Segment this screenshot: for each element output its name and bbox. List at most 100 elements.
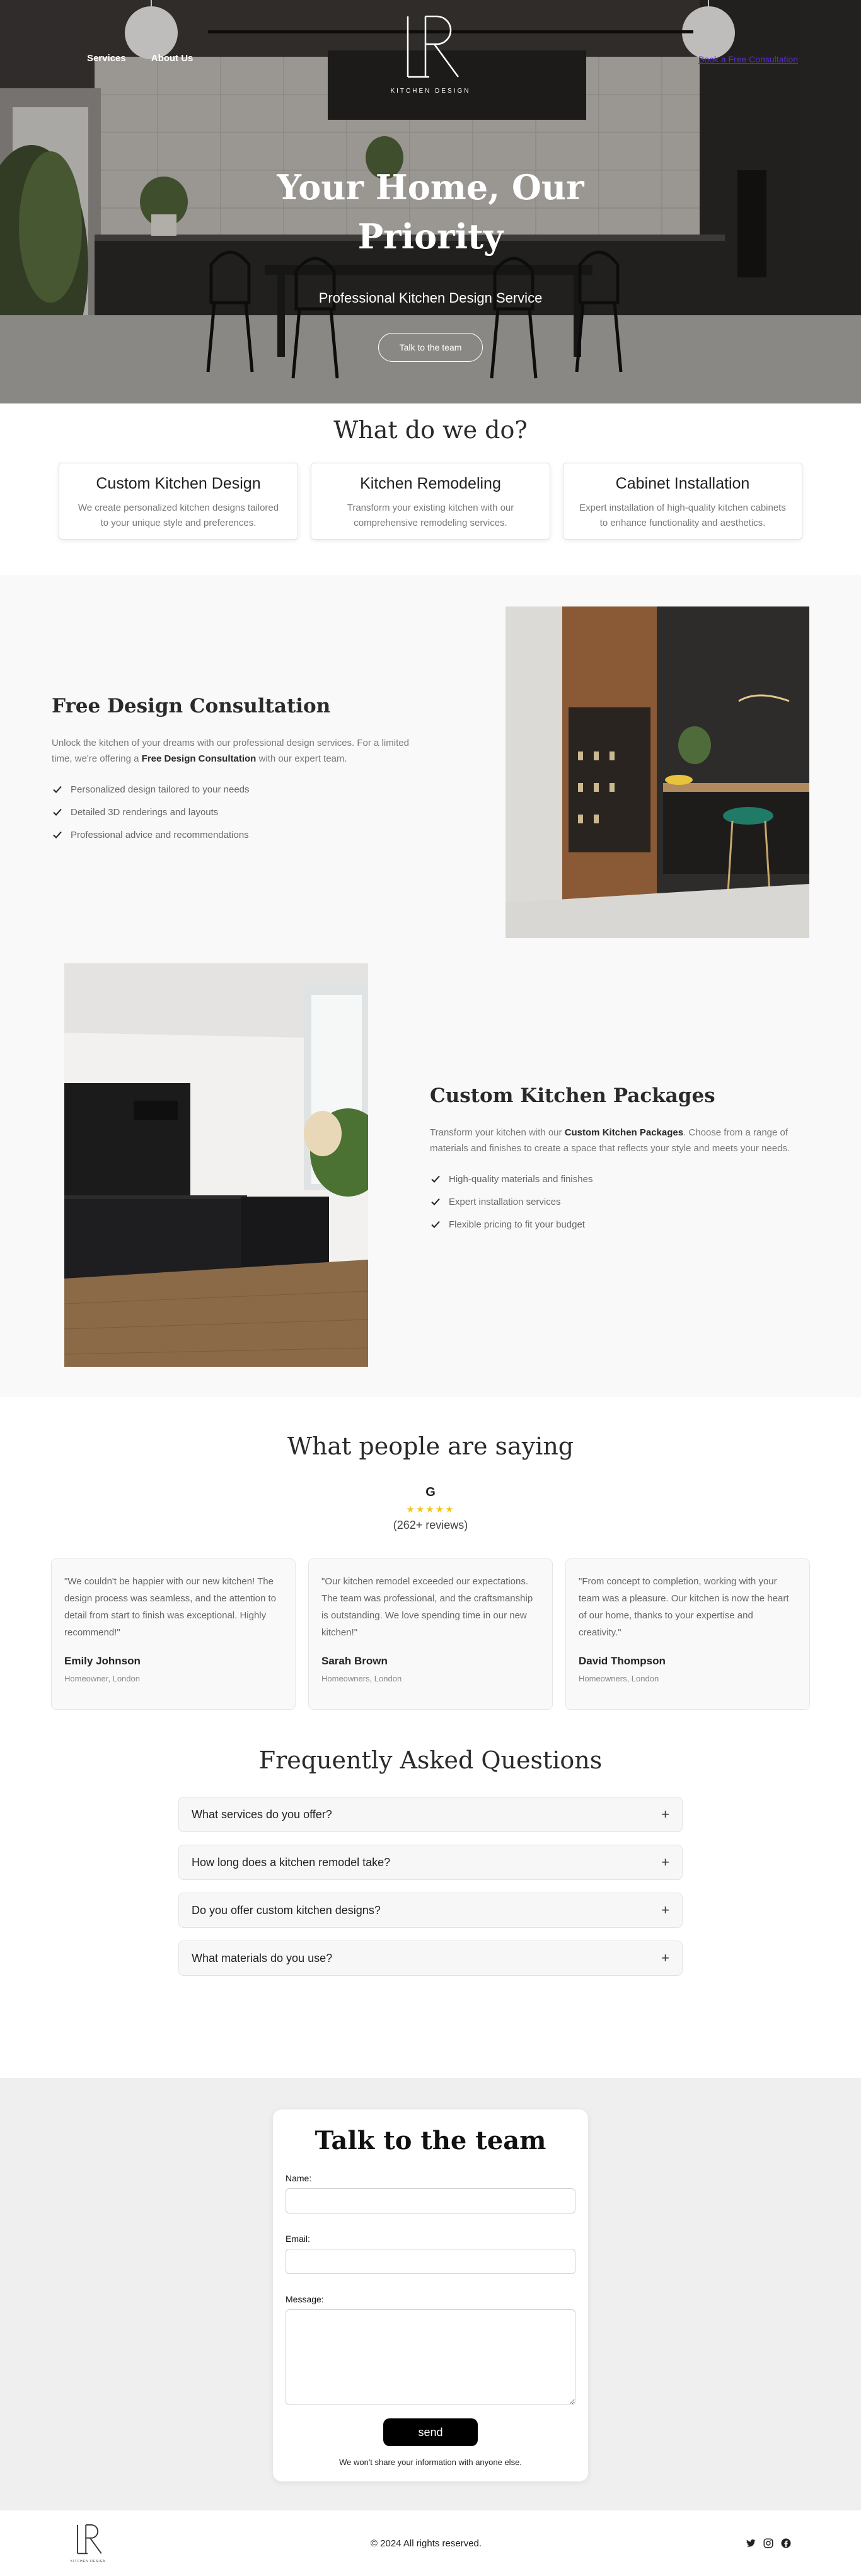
plus-icon[interactable]: + <box>661 1950 669 1966</box>
packages-title: Custom Kitchen Packages <box>430 1084 715 1107</box>
service-card-desc: We create personalized kitchen designs t… <box>78 502 279 528</box>
testimonial-role: Homeowner, London <box>64 1674 140 1683</box>
service-card-title: Cabinet Installation <box>615 475 750 492</box>
testimonial-role: Homeowners, London <box>321 1674 402 1683</box>
send-button[interactable]: send <box>383 2418 478 2446</box>
service-card-title: Kitchen Remodeling <box>360 475 501 492</box>
talk-to-team-button[interactable]: Talk to the team <box>378 333 483 362</box>
google-icon: G <box>425 1485 436 1499</box>
features-section: Free Design Consultation Unlock the kitc… <box>0 575 861 1397</box>
list-item: Professional advice and recommendations <box>52 823 430 846</box>
star-rating: ★★★★★ <box>406 1504 455 1515</box>
consultation-kitchen-image <box>506 606 809 938</box>
nav-about-us-link[interactable]: About Us <box>151 53 194 64</box>
faq-question: Do you offer custom kitchen designs? <box>192 1903 381 1917</box>
list-item: Personalized design tailored to your nee… <box>52 778 430 801</box>
testimonial-quote: "Our kitchen remodel exceeded our expect… <box>321 1576 533 1638</box>
packages-desc: Transform your kitchen with our Custom K… <box>430 1127 790 1154</box>
email-field[interactable] <box>286 2249 575 2274</box>
copyright-text: © 2024 All rights reserved. <box>370 2538 482 2549</box>
packages-block: Custom Kitchen Packages Transform your k… <box>430 1084 808 1236</box>
testimonial-card: "From concept to completion, working wit… <box>565 1558 810 1710</box>
check-icon <box>431 1198 440 1205</box>
testimonial-name: Emily Johnson <box>64 1655 141 1667</box>
faq-list: What services do you offer? + How long d… <box>178 1797 683 1976</box>
faq-question: What services do you offer? <box>192 1807 332 1821</box>
twitter-icon[interactable] <box>745 2538 756 2549</box>
check-icon <box>431 1221 440 1228</box>
list-item: High-quality materials and finishes <box>430 1168 808 1190</box>
contact-form: Talk to the team Name: Email: Message: s… <box>273 2109 588 2481</box>
services-cards: Custom Kitchen Design We create personal… <box>0 463 861 540</box>
testimonial-quote: "From concept to completion, working wit… <box>579 1576 789 1638</box>
consultation-block: Free Design Consultation Unlock the kitc… <box>52 695 430 846</box>
list-item: Expert installation services <box>430 1190 808 1213</box>
hero-subtitle: Professional Kitchen Design Service <box>318 290 543 306</box>
check-icon <box>431 1175 440 1183</box>
consultation-title: Free Design Consultation <box>52 695 331 717</box>
testimonial-quote: "We couldn't be happier with our new kit… <box>64 1576 277 1638</box>
testimonial-card: "We couldn't be happier with our new kit… <box>51 1558 296 1710</box>
contact-title: Talk to the team <box>315 2126 546 2155</box>
faq-title: Frequently Asked Questions <box>258 1746 603 1774</box>
privacy-note: We won't share your information with any… <box>339 2457 522 2467</box>
testimonials-section: What people are saying G ★★★★★ (262+ rev… <box>0 1397 861 1745</box>
testimonial-cards: "We couldn't be happier with our new kit… <box>0 1558 861 1710</box>
service-card-custom-design: Custom Kitchen Design We create personal… <box>59 463 298 540</box>
hero-section: Services About Us KITCHEN DESIGN Book a … <box>0 0 861 403</box>
services-title: What do we do? <box>333 416 528 444</box>
footer-logo[interactable]: KITCHEN DESIGN <box>69 2524 107 2563</box>
message-field[interactable] <box>286 2309 575 2405</box>
faq-item[interactable]: What services do you offer? + <box>178 1797 683 1832</box>
packages-kitchen-image <box>64 963 368 1367</box>
service-card-desc: Transform your existing kitchen with our… <box>347 502 514 528</box>
check-icon <box>53 831 62 838</box>
review-count: (262+ reviews) <box>393 1519 468 1531</box>
plus-icon[interactable]: + <box>661 1902 669 1918</box>
logo-subtitle: KITCHEN DESIGN <box>390 88 471 95</box>
plus-icon[interactable]: + <box>661 1806 669 1823</box>
plus-icon[interactable]: + <box>661 1854 669 1871</box>
list-item: Detailed 3D renderings and layouts <box>52 801 430 823</box>
list-item: Flexible pricing to fit your budget <box>430 1213 808 1236</box>
service-card-cabinet-installation: Cabinet Installation Expert installation… <box>563 463 802 540</box>
faq-item[interactable]: Do you offer custom kitchen designs? + <box>178 1893 683 1928</box>
faq-item[interactable]: What materials do you use? + <box>178 1941 683 1976</box>
contact-section: Talk to the team Name: Email: Message: s… <box>0 2078 861 2510</box>
footer: KITCHEN DESIGN © 2024 All rights reserve… <box>0 2510 861 2576</box>
testimonials-title: What people are saying <box>287 1432 574 1460</box>
main-nav: Services About Us <box>87 53 193 64</box>
testimonial-name: Sarah Brown <box>321 1655 388 1667</box>
consultation-desc: Unlock the kitchen of your dreams with o… <box>52 738 409 764</box>
packages-points: High-quality materials and finishes Expe… <box>430 1168 808 1236</box>
faq-question: How long does a kitchen remodel take? <box>192 1855 391 1869</box>
faq-question: What materials do you use? <box>192 1951 333 1964</box>
service-card-remodeling: Kitchen Remodeling Transform your existi… <box>311 463 550 540</box>
facebook-icon[interactable] <box>780 2538 792 2549</box>
check-icon <box>53 786 62 793</box>
testimonial-card: "Our kitchen remodel exceeded our expect… <box>308 1558 553 1710</box>
message-label: Message: <box>286 2294 324 2304</box>
service-card-title: Custom Kitchen Design <box>96 475 261 492</box>
email-label: Email: <box>286 2234 310 2244</box>
logo-mark-icon <box>77 2524 102 2554</box>
name-label: Name: <box>286 2173 312 2183</box>
logo-subtitle: KITCHEN DESIGN <box>70 2559 107 2563</box>
testimonial-name: David Thompson <box>579 1655 666 1667</box>
service-card-desc: Expert installation of high-quality kitc… <box>579 502 786 528</box>
hero-title: Your Home, Our Priority <box>277 167 584 257</box>
social-links <box>745 2538 792 2549</box>
google-rating: G ★★★★★ (262+ reviews) <box>0 1485 861 1532</box>
faq-item[interactable]: How long does a kitchen remodel take? + <box>178 1845 683 1880</box>
consultation-points: Personalized design tailored to your nee… <box>52 778 430 846</box>
logo[interactable]: KITCHEN DESIGN <box>387 14 474 95</box>
faq-section: Frequently Asked Questions What services… <box>0 1745 861 2078</box>
testimonial-role: Homeowners, London <box>579 1674 659 1683</box>
nav-services-link[interactable]: Services <box>87 53 126 64</box>
check-icon <box>53 808 62 816</box>
services-section: What do we do? Custom Kitchen Design We … <box>0 403 861 575</box>
logo-mark-icon <box>407 15 459 78</box>
book-consultation-link[interactable]: Book a Free Consultation <box>698 54 798 64</box>
name-field[interactable] <box>286 2188 575 2213</box>
instagram-icon[interactable] <box>763 2538 774 2549</box>
